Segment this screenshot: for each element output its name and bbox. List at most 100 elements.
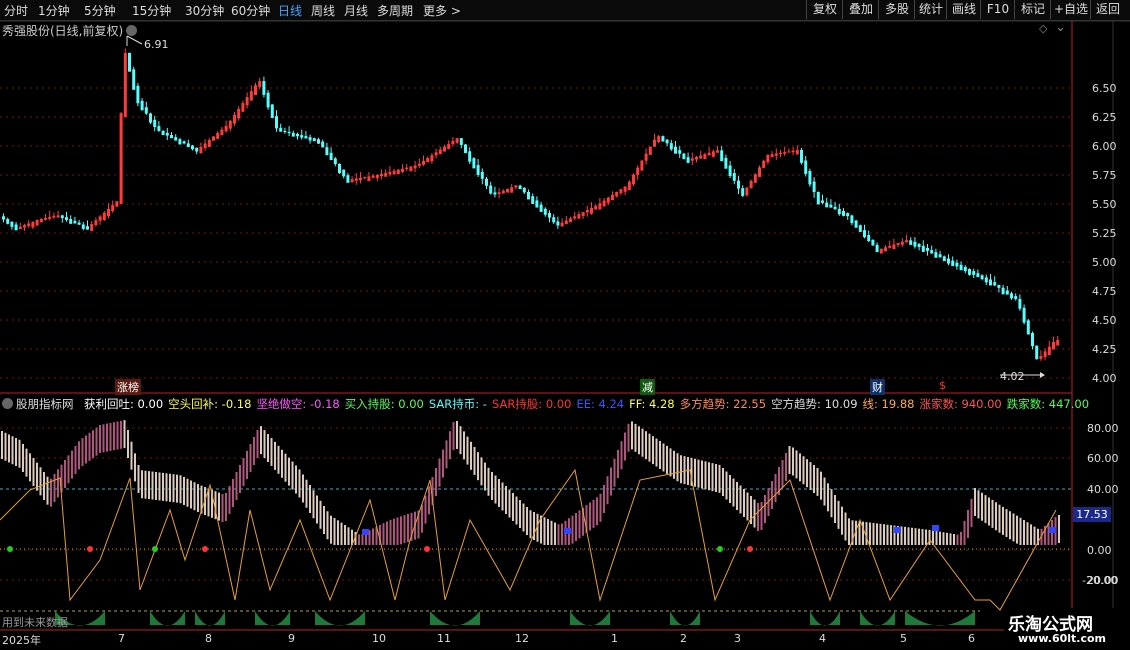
- candle-body: [123, 52, 127, 118]
- date-label: 3: [734, 632, 741, 645]
- candle-body: [10, 221, 14, 227]
- candle-body: [1026, 320, 1030, 335]
- candle-body: [60, 215, 64, 219]
- candle-body: [333, 158, 337, 165]
- candle-body: [980, 275, 984, 280]
- candle-body: [35, 220, 39, 226]
- candle-body: [27, 223, 31, 226]
- y-tick: 4.50: [1092, 314, 1117, 327]
- event-tag-reduce[interactable]: 减: [640, 379, 655, 395]
- candle-body: [44, 217, 47, 220]
- y-tick: 40.00: [1087, 483, 1119, 496]
- y-tick: 6.25: [1092, 111, 1117, 124]
- candle-body: [510, 187, 514, 193]
- event-tag-dollar[interactable]: $: [937, 379, 948, 392]
- candle-body: [879, 248, 883, 254]
- y-tick: 0.00: [1087, 544, 1112, 557]
- candle-body: [464, 144, 467, 154]
- signal-arrow: [202, 546, 208, 552]
- candle-body: [518, 185, 522, 190]
- event-tag-finance[interactable]: 财: [870, 379, 885, 395]
- indicator-value-8: 多方趋势: 22.55: [679, 397, 767, 411]
- chevron-down-icon[interactable]: [126, 25, 138, 36]
- candle-body: [619, 189, 623, 194]
- candle-body: [69, 218, 73, 224]
- candle-body: [552, 217, 556, 223]
- candle-body: [863, 230, 866, 238]
- candle-body: [396, 169, 400, 175]
- candle-body: [350, 179, 354, 183]
- watermark-url: www.60lt.com: [1018, 632, 1107, 645]
- candle-body: [506, 188, 509, 193]
- candle-body: [665, 139, 669, 144]
- candle-body: [724, 157, 728, 169]
- candle-body: [539, 204, 543, 212]
- green-area: [570, 611, 610, 626]
- candle-body: [758, 167, 761, 177]
- candle-body: [1052, 342, 1055, 350]
- candle-body: [816, 192, 820, 205]
- candle-body: [821, 200, 824, 203]
- candle-body: [1035, 345, 1039, 360]
- candle-body: [1018, 298, 1022, 309]
- candle-body: [930, 250, 934, 254]
- candle-body: [489, 185, 493, 194]
- candle-body: [800, 150, 803, 163]
- candle-body: [972, 271, 976, 275]
- candle-body: [140, 100, 144, 111]
- y-tick: 5.75: [1092, 169, 1117, 182]
- candle-body: [527, 192, 530, 200]
- candle-body: [329, 152, 333, 161]
- candle-body: [976, 273, 980, 278]
- candle-body: [144, 107, 148, 114]
- candle-body: [615, 192, 619, 197]
- candle-body: [858, 225, 862, 232]
- green-area: [195, 611, 225, 626]
- candle-body: [917, 243, 921, 248]
- candle-body: [749, 180, 753, 189]
- y-tick: 80.00: [1087, 422, 1119, 435]
- candle-body: [245, 97, 249, 106]
- candle-body: [480, 171, 484, 179]
- settings-dropdown-icon[interactable]: ⌄: [1055, 20, 1066, 35]
- candle-body: [783, 152, 787, 154]
- indicator-value-7: FF: 4.28: [629, 397, 675, 411]
- candle-body: [770, 154, 774, 158]
- candle-body: [447, 143, 451, 149]
- candle-body: [556, 221, 560, 226]
- candle-body: [842, 211, 845, 216]
- candle-body: [73, 220, 77, 224]
- signal-arrow: [87, 546, 93, 552]
- indicator-menu-icon[interactable]: [2, 398, 13, 409]
- candle-body: [237, 108, 241, 119]
- indicator-name[interactable]: 股朋指标网: [16, 397, 74, 411]
- candle-body: [602, 200, 606, 207]
- candle-body: [997, 284, 1001, 288]
- candle-body: [195, 147, 199, 152]
- candle-body: [455, 138, 459, 143]
- candle-body: [342, 169, 346, 177]
- current-indicator-value: 17.53: [1073, 507, 1111, 522]
- candle-body: [275, 116, 278, 129]
- candle-body: [955, 262, 959, 267]
- candle-body: [737, 180, 740, 189]
- candle-body: [321, 141, 325, 148]
- candle-body: [963, 266, 967, 272]
- event-tag-limitup[interactable]: 涨榜: [115, 379, 141, 395]
- candle-body: [270, 104, 274, 118]
- candle-body: [98, 216, 102, 221]
- green-area: [905, 611, 975, 626]
- blue-signal: [1049, 527, 1056, 533]
- date-label: 6: [968, 632, 975, 645]
- candle-body: [422, 160, 425, 165]
- candle-body: [388, 171, 392, 175]
- candle-body: [590, 207, 593, 214]
- indicator-green-fill: [55, 611, 975, 626]
- candle-body: [947, 258, 950, 264]
- diamond-icon[interactable]: ◇: [1039, 22, 1047, 35]
- candle-body: [938, 254, 942, 258]
- date-label: 11: [437, 632, 451, 645]
- candle-body: [52, 215, 56, 218]
- candle-body: [1043, 351, 1047, 358]
- candle-body: [18, 226, 22, 230]
